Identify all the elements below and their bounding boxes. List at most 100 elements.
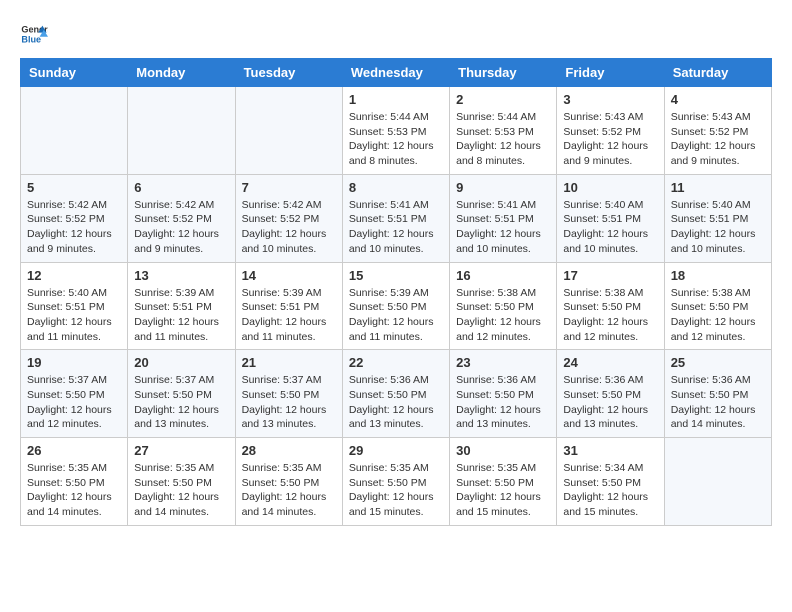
day-number: 27	[134, 443, 228, 458]
day-number: 29	[349, 443, 443, 458]
calendar-cell: 24 Sunrise: 5:36 AM Sunset: 5:50 PM Dayli…	[557, 350, 664, 438]
calendar-cell: 28Sunrise: 5:35 AM Sunset: 5:50 PM Dayli…	[235, 438, 342, 526]
calendar-cell: 26Sunrise: 5:35 AM Sunset: 5:50 PM Dayli…	[21, 438, 128, 526]
header: General Blue	[20, 20, 772, 48]
header-sunday: Sunday	[21, 59, 128, 87]
cell-content: Sunrise: 5:39 AM Sunset: 5:51 PM Dayligh…	[134, 286, 228, 345]
cell-content: Sunrise: 5:38 AM Sunset: 5:50 PM Dayligh…	[456, 286, 550, 345]
day-number: 13	[134, 268, 228, 283]
day-number: 30	[456, 443, 550, 458]
cell-content: Sunrise: 5:41 AM Sunset: 5:51 PM Dayligh…	[456, 198, 550, 257]
header-monday: Monday	[128, 59, 235, 87]
calendar-week-row: 12 Sunrise: 5:40 AM Sunset: 5:51 PM Dayli…	[21, 262, 772, 350]
day-number: 22	[349, 355, 443, 370]
cell-content: Sunrise: 5:43 AM Sunset: 5:52 PM Dayligh…	[563, 110, 657, 169]
header-thursday: Thursday	[450, 59, 557, 87]
cell-content: Sunrise: 5:40 AM Sunset: 5:51 PM Dayligh…	[671, 198, 765, 257]
calendar-week-row: 1 Sunrise: 5:44 AM Sunset: 5:53 PM Daylig…	[21, 87, 772, 175]
cell-content: Sunrise: 5:42 AM Sunset: 5:52 PM Dayligh…	[134, 198, 228, 257]
header-saturday: Saturday	[664, 59, 771, 87]
day-number: 7	[242, 180, 336, 195]
day-number: 17	[563, 268, 657, 283]
cell-content: Sunrise: 5:34 AM Sunset: 5:50 PM Dayligh…	[563, 461, 657, 520]
day-number: 9	[456, 180, 550, 195]
logo: General Blue	[20, 20, 52, 48]
calendar-week-row: 5 Sunrise: 5:42 AM Sunset: 5:52 PM Daylig…	[21, 174, 772, 262]
day-number: 20	[134, 355, 228, 370]
cell-content: Sunrise: 5:36 AM Sunset: 5:50 PM Dayligh…	[349, 373, 443, 432]
day-number: 14	[242, 268, 336, 283]
cell-content: Sunrise: 5:35 AM Sunset: 5:50 PM Dayligh…	[349, 461, 443, 520]
day-number: 1	[349, 92, 443, 107]
calendar-cell: 15 Sunrise: 5:39 AM Sunset: 5:50 PM Dayli…	[342, 262, 449, 350]
cell-content: Sunrise: 5:44 AM Sunset: 5:53 PM Dayligh…	[349, 110, 443, 169]
header-friday: Friday	[557, 59, 664, 87]
calendar-cell: 30 Sunrise: 5:35 AM Sunset: 5:50 PM Dayli…	[450, 438, 557, 526]
calendar-cell	[21, 87, 128, 175]
logo-icon: General Blue	[20, 20, 48, 48]
day-number: 3	[563, 92, 657, 107]
cell-content: Sunrise: 5:39 AM Sunset: 5:51 PM Dayligh…	[242, 286, 336, 345]
calendar-cell: 7 Sunrise: 5:42 AM Sunset: 5:52 PM Daylig…	[235, 174, 342, 262]
cell-content: Sunrise: 5:36 AM Sunset: 5:50 PM Dayligh…	[563, 373, 657, 432]
header-tuesday: Tuesday	[235, 59, 342, 87]
calendar-cell: 6 Sunrise: 5:42 AM Sunset: 5:52 PM Daylig…	[128, 174, 235, 262]
cell-content: Sunrise: 5:40 AM Sunset: 5:51 PM Dayligh…	[27, 286, 121, 345]
day-number: 2	[456, 92, 550, 107]
calendar-cell: 14 Sunrise: 5:39 AM Sunset: 5:51 PM Dayli…	[235, 262, 342, 350]
header-wednesday: Wednesday	[342, 59, 449, 87]
cell-content: Sunrise: 5:38 AM Sunset: 5:50 PM Dayligh…	[563, 286, 657, 345]
svg-text:Blue: Blue	[21, 34, 41, 44]
calendar-cell: 17 Sunrise: 5:38 AM Sunset: 5:50 PM Dayli…	[557, 262, 664, 350]
cell-content: Sunrise: 5:42 AM Sunset: 5:52 PM Dayligh…	[242, 198, 336, 257]
calendar-cell: 22 Sunrise: 5:36 AM Sunset: 5:50 PM Dayli…	[342, 350, 449, 438]
calendar-cell: 31Sunrise: 5:34 AM Sunset: 5:50 PM Dayli…	[557, 438, 664, 526]
day-number: 23	[456, 355, 550, 370]
calendar-cell: 19 Sunrise: 5:37 AM Sunset: 5:50 PM Dayli…	[21, 350, 128, 438]
cell-content: Sunrise: 5:41 AM Sunset: 5:51 PM Dayligh…	[349, 198, 443, 257]
calendar-cell: 27 Sunrise: 5:35 AM Sunset: 5:50 PM Dayli…	[128, 438, 235, 526]
cell-content: Sunrise: 5:38 AM Sunset: 5:50 PM Dayligh…	[671, 286, 765, 345]
calendar-cell: 20 Sunrise: 5:37 AM Sunset: 5:50 PM Dayli…	[128, 350, 235, 438]
calendar-cell: 12 Sunrise: 5:40 AM Sunset: 5:51 PM Dayli…	[21, 262, 128, 350]
day-number: 11	[671, 180, 765, 195]
cell-content: Sunrise: 5:36 AM Sunset: 5:50 PM Dayligh…	[456, 373, 550, 432]
calendar-cell: 3 Sunrise: 5:43 AM Sunset: 5:52 PM Daylig…	[557, 87, 664, 175]
day-number: 26	[27, 443, 121, 458]
cell-content: Sunrise: 5:43 AM Sunset: 5:52 PM Dayligh…	[671, 110, 765, 169]
calendar-cell: 18 Sunrise: 5:38 AM Sunset: 5:50 PM Dayli…	[664, 262, 771, 350]
cell-content: Sunrise: 5:37 AM Sunset: 5:50 PM Dayligh…	[242, 373, 336, 432]
day-number: 15	[349, 268, 443, 283]
day-number: 16	[456, 268, 550, 283]
cell-content: Sunrise: 5:40 AM Sunset: 5:51 PM Dayligh…	[563, 198, 657, 257]
cell-content: Sunrise: 5:37 AM Sunset: 5:50 PM Dayligh…	[27, 373, 121, 432]
calendar: SundayMondayTuesdayWednesdayThursdayFrid…	[20, 58, 772, 526]
day-number: 12	[27, 268, 121, 283]
cell-content: Sunrise: 5:35 AM Sunset: 5:50 PM Dayligh…	[134, 461, 228, 520]
day-number: 5	[27, 180, 121, 195]
day-number: 25	[671, 355, 765, 370]
calendar-header-row: SundayMondayTuesdayWednesdayThursdayFrid…	[21, 59, 772, 87]
cell-content: Sunrise: 5:36 AM Sunset: 5:50 PM Dayligh…	[671, 373, 765, 432]
day-number: 21	[242, 355, 336, 370]
cell-content: Sunrise: 5:37 AM Sunset: 5:50 PM Dayligh…	[134, 373, 228, 432]
cell-content: Sunrise: 5:39 AM Sunset: 5:50 PM Dayligh…	[349, 286, 443, 345]
day-number: 18	[671, 268, 765, 283]
day-number: 19	[27, 355, 121, 370]
calendar-cell	[664, 438, 771, 526]
calendar-cell: 10 Sunrise: 5:40 AM Sunset: 5:51 PM Dayli…	[557, 174, 664, 262]
calendar-cell: 16 Sunrise: 5:38 AM Sunset: 5:50 PM Dayli…	[450, 262, 557, 350]
calendar-cell: 5 Sunrise: 5:42 AM Sunset: 5:52 PM Daylig…	[21, 174, 128, 262]
calendar-cell: 25 Sunrise: 5:36 AM Sunset: 5:50 PM Dayli…	[664, 350, 771, 438]
cell-content: Sunrise: 5:35 AM Sunset: 5:50 PM Dayligh…	[456, 461, 550, 520]
cell-content: Sunrise: 5:44 AM Sunset: 5:53 PM Dayligh…	[456, 110, 550, 169]
day-number: 10	[563, 180, 657, 195]
day-number: 4	[671, 92, 765, 107]
cell-content: Sunrise: 5:35 AM Sunset: 5:50 PM Dayligh…	[242, 461, 336, 520]
calendar-cell: 4 Sunrise: 5:43 AM Sunset: 5:52 PM Daylig…	[664, 87, 771, 175]
day-number: 6	[134, 180, 228, 195]
calendar-cell: 21 Sunrise: 5:37 AM Sunset: 5:50 PM Dayli…	[235, 350, 342, 438]
calendar-cell: 9 Sunrise: 5:41 AM Sunset: 5:51 PM Daylig…	[450, 174, 557, 262]
day-number: 24	[563, 355, 657, 370]
cell-content: Sunrise: 5:42 AM Sunset: 5:52 PM Dayligh…	[27, 198, 121, 257]
